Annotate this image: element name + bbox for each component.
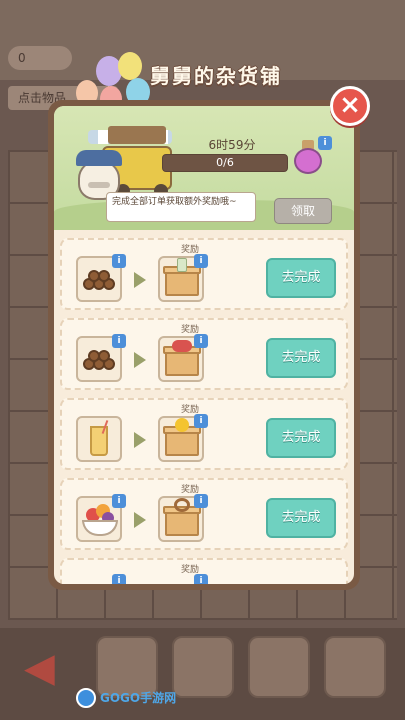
go-complete-button[interactable]: 去完成: [266, 258, 336, 298]
potion-icon: [294, 148, 322, 174]
shop-header: 6时59分 0/6 i 完成全部订单获取额外奖励哦~ 领取: [54, 106, 354, 230]
reward-label: 奖励: [180, 325, 199, 335]
info-icon[interactable]: i: [112, 494, 126, 508]
cart-goods: [108, 126, 166, 144]
background-star-value: 0: [18, 51, 26, 65]
order-progress-text: 0/6: [216, 156, 234, 169]
info-icon[interactable]: i: [112, 334, 126, 348]
duck-icon: [175, 418, 189, 432]
arrow-right-icon: [134, 352, 146, 368]
reward-label: 奖励: [180, 485, 199, 495]
juice-glass-icon: [90, 426, 108, 456]
shop-title: 舅舅的杂货铺: [150, 64, 282, 88]
npc-speech-bubble: 完成全部订单获取额外奖励哦~: [106, 192, 256, 222]
background-star-counter: 0: [8, 46, 72, 70]
close-button[interactable]: ×: [330, 86, 370, 126]
info-icon[interactable]: i: [194, 414, 208, 428]
balloon-icon: [118, 52, 142, 80]
info-icon[interactable]: i: [112, 574, 126, 584]
order-progress-bar: 0/6: [162, 154, 288, 172]
log-bundle-icon: [83, 270, 115, 292]
ring-icon: [174, 498, 190, 512]
back-arrow-icon: ◀: [24, 645, 55, 691]
claim-button[interactable]: 领取: [274, 198, 332, 224]
reward-label: 奖励: [180, 565, 199, 575]
required-item-juice-glass[interactable]: [76, 416, 122, 462]
background-slot: [248, 636, 310, 698]
shop-panel-inner: 6时59分 0/6 i 完成全部订单获取额外奖励哦~ 领取 奖励 i i 去完成…: [54, 106, 354, 584]
order-row: 奖励 i i 去完成: [60, 478, 348, 550]
info-icon[interactable]: i: [318, 136, 332, 150]
go-complete-button[interactable]: 去完成: [266, 418, 336, 458]
log-bundle-icon: [83, 350, 115, 372]
watermark-logo-icon: [76, 688, 96, 708]
bottle-icon: [177, 258, 187, 272]
watermark-text: GOGO手游网: [100, 691, 177, 705]
npc-hat: [76, 150, 122, 166]
order-timer: 6时59分: [208, 138, 256, 152]
reward-label: 奖励: [180, 245, 199, 255]
background-slot: [324, 636, 386, 698]
go-complete-button[interactable]: 去完成: [266, 498, 336, 538]
info-icon[interactable]: i: [194, 254, 208, 268]
meat-icon: [172, 340, 192, 352]
arrow-right-icon: [134, 272, 146, 288]
order-row: 奖励 i i 去完成: [60, 318, 348, 390]
bowl-icon: [82, 520, 118, 536]
watermark: GOGO手游网: [76, 686, 196, 710]
go-complete-button[interactable]: 去完成: [266, 338, 336, 378]
close-icon: ×: [339, 90, 361, 120]
info-icon[interactable]: i: [194, 334, 208, 348]
order-row: 奖励 i i: [60, 558, 348, 584]
info-icon[interactable]: i: [112, 254, 126, 268]
shop-panel: 6时59分 0/6 i 完成全部订单获取额外奖励哦~ 领取 奖励 i i 去完成…: [48, 100, 360, 590]
order-row: 奖励 i 去完成: [60, 398, 348, 470]
arrow-right-icon: [134, 432, 146, 448]
cart-illustration: [66, 120, 176, 200]
reward-label: 奖励: [180, 405, 199, 415]
info-icon[interactable]: i: [194, 494, 208, 508]
npc-mustache: [88, 182, 110, 188]
arrow-right-icon: [134, 512, 146, 528]
info-icon[interactable]: i: [194, 574, 208, 584]
order-row: 奖励 i i 去完成: [60, 238, 348, 310]
